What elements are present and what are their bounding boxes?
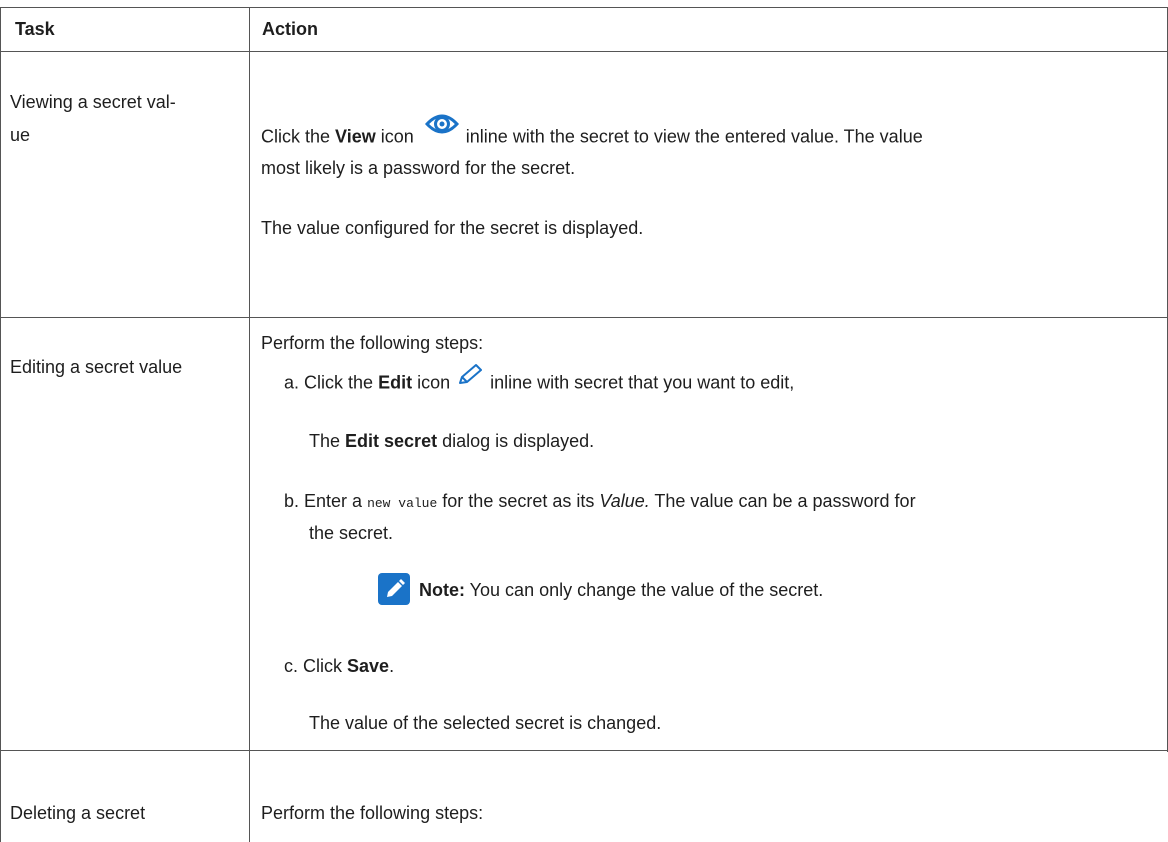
note-callout: Note: You can only change the value of t…: [419, 580, 824, 600]
edit-steps-intro: Perform the following steps:: [261, 333, 484, 353]
delete-steps-intro: Perform the following steps:: [261, 803, 484, 823]
table-border-top: [0, 7, 1168, 8]
column-header-action: Action: [262, 19, 318, 39]
secrets-task-table: Task Action Viewing a secret val- ue Cli…: [0, 0, 1168, 842]
edit-step-c-result: The value of the selected secret is chan…: [309, 713, 662, 733]
task-deleting: Deleting a secret: [10, 803, 146, 823]
task-viewing-line2: ue: [10, 125, 31, 145]
view-label: View: [335, 126, 376, 147]
value-term: Value.: [599, 491, 650, 511]
edit-step-a-result: The Edit secret dialog is displayed.: [309, 431, 595, 451]
task-editing: Editing a secret value: [10, 357, 183, 377]
edit-step-b: b. Enter a new value for the secret as i…: [284, 491, 916, 511]
note-label: Note:: [419, 580, 465, 600]
task-viewing-line1: Viewing a secret val-: [10, 92, 176, 112]
edit-step-a: a. Click the Edit icon inline with secre…: [284, 364, 794, 399]
table-border-row2-bottom: [0, 750, 1168, 751]
edit-step-b-line2: the secret.: [309, 523, 394, 543]
view-instruction-line1: Click the View icon inline with the secr…: [261, 114, 923, 155]
eye-icon: [424, 110, 459, 145]
save-label: Save: [347, 656, 390, 676]
edit-step-c: c. Click Save.: [284, 656, 395, 676]
edit-secret-label: Edit secret: [345, 431, 438, 451]
note-pencil-icon: [378, 573, 410, 605]
view-instruction-line2: most likely is a password for the secret…: [261, 158, 576, 178]
view-result: The value configured for the secret is d…: [261, 218, 644, 238]
edit-label: Edit: [378, 372, 413, 393]
table-column-divider: [249, 7, 250, 842]
table-border-left: [0, 7, 1, 842]
column-header-task: Task: [15, 19, 55, 39]
table-border-row1-bottom: [0, 317, 1168, 318]
pencil-icon: [456, 362, 484, 393]
table-border-header-bottom: [0, 51, 1168, 52]
new-value-code: new value: [367, 496, 438, 511]
